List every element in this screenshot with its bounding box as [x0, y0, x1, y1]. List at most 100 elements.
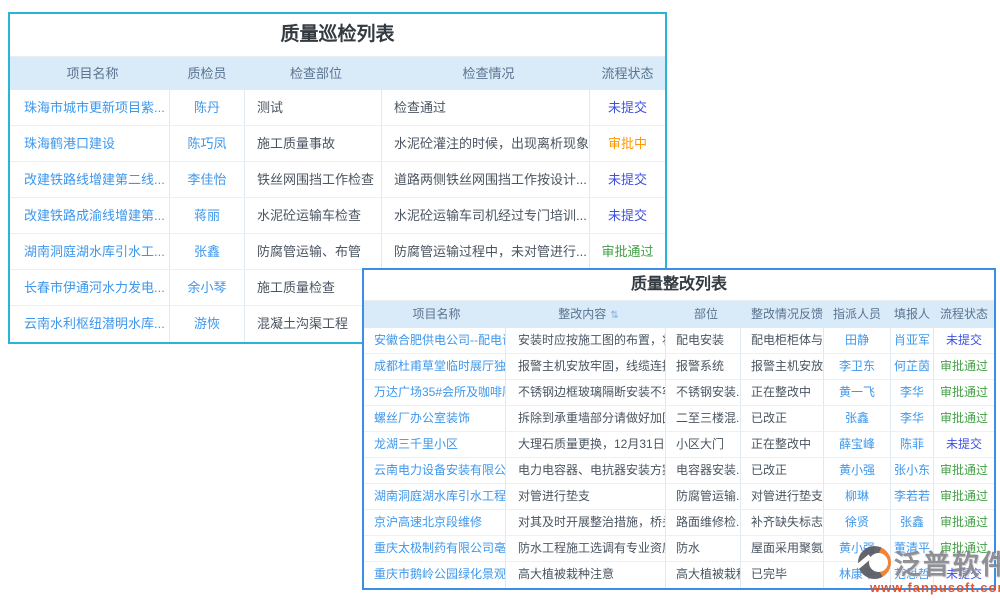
- rectify-feedback: 报警主机安放...: [741, 354, 824, 379]
- reporter-link[interactable]: 陈菲: [891, 432, 934, 457]
- table-row: 京沪高速北京段维修对其及时开展整治措施，桥头...路面维修检...补齐缺失标志.…: [364, 510, 994, 536]
- flow-status: 审批通过: [934, 510, 994, 535]
- inspector-link[interactable]: 李佳怡: [170, 162, 245, 197]
- rectify-feedback: 已完毕: [741, 562, 824, 588]
- project-name-link[interactable]: 重庆太极制药有限公司亳州中...: [364, 536, 506, 561]
- inspector-link[interactable]: 蒋丽: [170, 198, 245, 233]
- reporter-link[interactable]: 张鑫: [891, 510, 934, 535]
- rectify-content: 高大植被栽种注意: [506, 562, 666, 588]
- flow-status: 审批通过: [934, 458, 994, 483]
- inspection-result: 道路两侧铁丝网围挡工作按设计...: [382, 162, 590, 197]
- column-header-label: 项目名称: [66, 66, 118, 81]
- rectify-feedback: 已改正: [741, 406, 824, 431]
- quality-rectification-table: 质量整改列表 项目名称整改内容⇅部位整改情况反馈指派人员填报人流程状态 安徽合肥…: [362, 268, 996, 590]
- reporter-link[interactable]: 何芷茵: [891, 354, 934, 379]
- flow-status: 未提交: [934, 432, 994, 457]
- inspection-result: 水泥砼运输车司机经过专门培训...: [382, 198, 590, 233]
- rectify-feedback: 正在整改中: [741, 432, 824, 457]
- table-row: 万达广场35#会所及咖啡厅空...不锈钢边框玻璃隔断安装不牢...不锈钢安装..…: [364, 380, 994, 406]
- assignee-link[interactable]: 李卫东: [824, 354, 891, 379]
- rectify-content: 电力电容器、电抗器安装方案,...: [506, 458, 666, 483]
- assignee-link[interactable]: 徐贤: [824, 510, 891, 535]
- header-row: 项目名称 质检员 检查部位 检查情况 流程状态: [10, 57, 665, 90]
- assignee-link[interactable]: 黄小强: [824, 458, 891, 483]
- assignee-link[interactable]: 黄一飞: [824, 380, 891, 405]
- rectify-part: 二至三楼混...: [666, 406, 741, 431]
- rectify-part: 高大植被栽种: [666, 562, 741, 588]
- table-row: 珠海鹤港口建设陈巧凤施工质量事故水泥砼灌注的时候，出现离析现象审批中: [10, 126, 665, 162]
- column-header: 整改内容⇅: [506, 301, 666, 328]
- rectify-content: 对其及时开展整治措施，桥头...: [506, 510, 666, 535]
- assignee-link[interactable]: 田静: [824, 328, 891, 353]
- table-row: 珠海市城市更新项目紫...陈丹测试检查通过未提交: [10, 90, 665, 126]
- project-name-link[interactable]: 湖南洞庭湖水库引水工程施工标: [364, 484, 506, 509]
- project-name-link[interactable]: 龙湖三千里小区: [364, 432, 506, 457]
- assignee-link[interactable]: 张鑫: [824, 406, 891, 431]
- project-name-link[interactable]: 湖南洞庭湖水库引水工...: [10, 234, 170, 269]
- project-name-link[interactable]: 云南水利枢纽潜明水库...: [10, 306, 170, 342]
- column-header: 流程状态: [590, 57, 665, 90]
- rectify-part: 小区大门: [666, 432, 741, 457]
- column-header: 流程状态: [934, 301, 994, 328]
- rectify-part: 防水: [666, 536, 741, 561]
- project-name-link[interactable]: 云南电力设备安装有限公司20...: [364, 458, 506, 483]
- column-header: 填报人: [891, 301, 934, 328]
- project-name-link[interactable]: 螺丝厂办公室装饰: [364, 406, 506, 431]
- rectify-part: 报警系统: [666, 354, 741, 379]
- flow-status: 审批通过: [934, 354, 994, 379]
- watermark-url: www.fanpusoft.com: [870, 580, 1000, 595]
- project-name-link[interactable]: 京沪高速北京段维修: [364, 510, 506, 535]
- project-name-link[interactable]: 改建铁路成渝线增建第...: [10, 198, 170, 233]
- flow-status: 审批通过: [934, 484, 994, 509]
- rectify-content: 大理石质量更换，12月31日之...: [506, 432, 666, 457]
- project-name-link[interactable]: 成都杜甫草堂临时展厅独立展...: [364, 354, 506, 379]
- project-name-link[interactable]: 改建铁路线增建第二线...: [10, 162, 170, 197]
- inspector-link[interactable]: 余小琴: [170, 270, 245, 305]
- column-header: 项目名称: [10, 57, 170, 90]
- column-header-label: 流程状态: [940, 307, 988, 321]
- inspection-part: 防腐管运输、布管: [245, 234, 382, 269]
- column-header: 整改情况反馈: [741, 301, 824, 328]
- flow-status: 未提交: [590, 198, 665, 233]
- reporter-link[interactable]: 李华: [891, 406, 934, 431]
- column-header-label: 检查部位: [290, 66, 342, 81]
- column-header-label: 检查情况: [462, 66, 514, 81]
- fanpu-logo-icon: [858, 546, 891, 579]
- rectify-feedback: 对管进行垫支: [741, 484, 824, 509]
- column-header-label: 质检员: [187, 66, 226, 81]
- reporter-link[interactable]: 李华: [891, 380, 934, 405]
- project-name-link[interactable]: 珠海鹤港口建设: [10, 126, 170, 161]
- rectify-feedback: 屋面采用聚氨...: [741, 536, 824, 561]
- column-header: 检查部位: [245, 57, 382, 90]
- project-name-link[interactable]: 长春市伊通河水力发电...: [10, 270, 170, 305]
- inspection-result: 水泥砼灌注的时候，出现离析现象: [382, 126, 590, 161]
- inspector-link[interactable]: 陈丹: [170, 90, 245, 125]
- inspector-link[interactable]: 张鑫: [170, 234, 245, 269]
- table-row: 湖南洞庭湖水库引水工...张鑫防腐管运输、布管防腐管运输过程中，未对管进行...…: [10, 234, 665, 270]
- rectify-feedback: 正在整改中: [741, 380, 824, 405]
- reporter-link[interactable]: 肖亚军: [891, 328, 934, 353]
- project-name-link[interactable]: 重庆市鹅岭公园绿化景观提升...: [364, 562, 506, 588]
- rectify-part: 配电安装: [666, 328, 741, 353]
- assignee-link[interactable]: 柳琳: [824, 484, 891, 509]
- reporter-link[interactable]: 李若若: [891, 484, 934, 509]
- watermark-brand: 泛普软件: [894, 543, 1000, 582]
- inspector-link[interactable]: 游恢: [170, 306, 245, 342]
- watermark: 泛普软件 www.fanpusoft.com: [858, 543, 1000, 595]
- project-name-link[interactable]: 安徽合肥供电公司--配电设备...: [364, 328, 506, 353]
- rectify-content: 防水工程施工选调有专业资质...: [506, 536, 666, 561]
- project-name-link[interactable]: 珠海市城市更新项目紫...: [10, 90, 170, 125]
- rectify-content: 拆除到承重墙部分请做好加固...: [506, 406, 666, 431]
- flow-status: 审批中: [590, 126, 665, 161]
- column-header-label: 填报人: [894, 307, 930, 321]
- inspector-link[interactable]: 陈巧凤: [170, 126, 245, 161]
- table-row: 湖南洞庭湖水库引水工程施工标对管进行垫支防腐管运输...对管进行垫支柳琳李若若审…: [364, 484, 994, 510]
- project-name-link[interactable]: 万达广场35#会所及咖啡厅空...: [364, 380, 506, 405]
- sort-icon[interactable]: ⇅: [610, 310, 618, 321]
- rectify-content: 安装时应按施工图的布置，将...: [506, 328, 666, 353]
- column-header: 项目名称: [364, 301, 506, 328]
- reporter-link[interactable]: 张小东: [891, 458, 934, 483]
- inspection-part: 铁丝网围挡工作检查: [245, 162, 382, 197]
- assignee-link[interactable]: 薛宝峰: [824, 432, 891, 457]
- flow-status: 审批通过: [934, 380, 994, 405]
